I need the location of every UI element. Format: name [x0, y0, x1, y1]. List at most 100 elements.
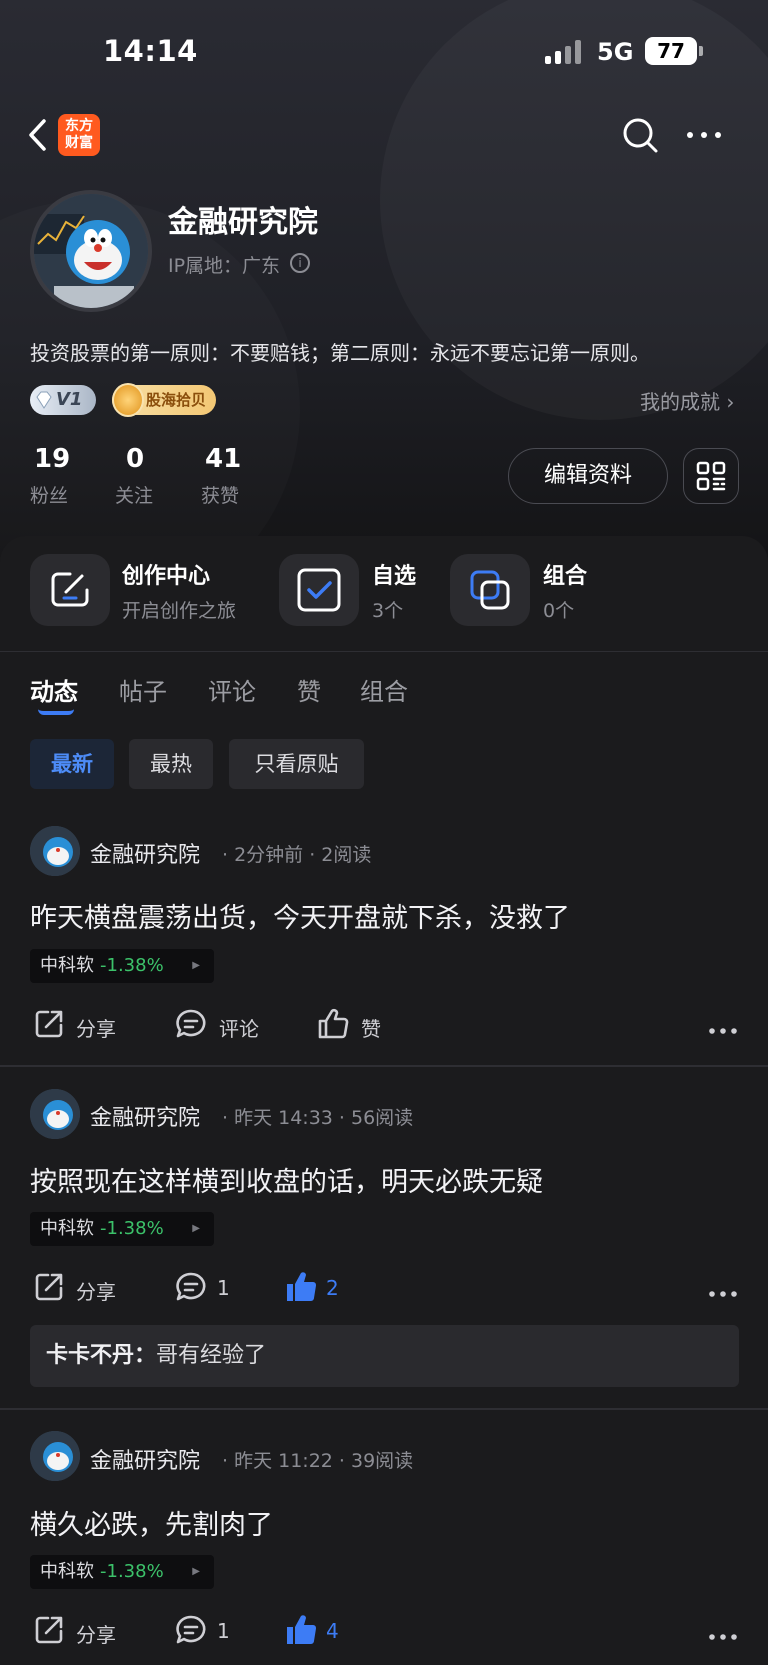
share-icon[interactable]: [32, 1270, 66, 1304]
comment-preview[interactable]: 卡卡不丹：哥有经验了: [30, 1325, 739, 1387]
filter-latest[interactable]: 最新: [30, 739, 114, 789]
post-more-icon[interactable]: [708, 1283, 738, 1297]
quick-entry-subtitle: 0个: [543, 600, 575, 622]
like-count[interactable]: 2: [326, 1276, 339, 1300]
stock-tag[interactable]: 中科软 -1.38% ▶: [30, 1555, 214, 1589]
like-icon[interactable]: [316, 1007, 350, 1041]
logo-text: 财富: [65, 135, 93, 151]
stock-name: 中科软: [40, 955, 94, 976]
quick-entry-title[interactable]: 组合: [543, 558, 587, 590]
avatar[interactable]: [30, 190, 152, 312]
divider: [0, 651, 768, 652]
achievements-link[interactable]: 我的成就 ›: [640, 386, 734, 415]
search-icon[interactable]: [620, 115, 660, 155]
share-label[interactable]: 分享: [76, 1013, 116, 1042]
post-author[interactable]: 金融研究院: [90, 1100, 200, 1132]
chevron-right-icon: ▶: [192, 1566, 200, 1577]
like-filled-icon[interactable]: [284, 1613, 318, 1647]
diamond-icon: [36, 391, 52, 409]
share-icon[interactable]: [32, 1007, 66, 1041]
post-meta: · 昨天 14:33 · 56阅读: [222, 1107, 414, 1129]
post-avatar[interactable]: [30, 1089, 80, 1139]
post-meta: · 昨天 11:22 · 39阅读: [222, 1450, 414, 1472]
tab-likes[interactable]: 赞: [297, 672, 321, 707]
watchlist-button[interactable]: [279, 554, 359, 626]
signal-icon: [545, 40, 583, 64]
edit-profile-button[interactable]: 编辑资料: [508, 448, 668, 504]
stock-tag[interactable]: 中科软 -1.38% ▶: [30, 1212, 214, 1246]
stock-change: -1.38%: [100, 955, 164, 976]
post-author[interactable]: 金融研究院: [90, 837, 200, 869]
post-text[interactable]: 按照现在这样横到收盘的话，明天必跌无疑: [30, 1160, 543, 1199]
filter-hot[interactable]: 最热: [129, 739, 213, 789]
tab-portfolio[interactable]: 组合: [360, 672, 408, 707]
filter-original[interactable]: 只看原贴: [229, 739, 364, 789]
comment-text: 哥有经验了: [156, 1343, 267, 1368]
more-icon[interactable]: [684, 125, 724, 145]
app-logo: 东方 财富: [58, 114, 100, 156]
likes-count[interactable]: 41: [205, 444, 241, 474]
network-type: 5G: [597, 38, 634, 66]
portfolio-button[interactable]: [450, 554, 530, 626]
divider: [0, 1065, 768, 1067]
medal-badge[interactable]: 股海拾贝: [112, 383, 216, 417]
quick-entry-title[interactable]: 创作中心: [122, 558, 210, 590]
tab-posts[interactable]: 帖子: [119, 672, 167, 707]
edit-icon: [51, 572, 89, 607]
status-time: 14:14: [103, 34, 198, 68]
battery-tip: [699, 46, 703, 56]
tab-indicator: [38, 709, 74, 715]
quick-entry-title[interactable]: 自选: [372, 558, 416, 590]
creation-center-button[interactable]: [30, 554, 110, 626]
comment-user[interactable]: 卡卡不丹：: [46, 1343, 156, 1368]
stock-name: 中科软: [40, 1561, 94, 1582]
likes-label: 获赞: [201, 485, 240, 507]
following-label: 关注: [115, 485, 154, 507]
chevron-right-icon: ▶: [192, 1223, 200, 1234]
medal-icon: [112, 383, 144, 417]
share-label[interactable]: 分享: [76, 1276, 116, 1305]
share-icon[interactable]: [32, 1613, 66, 1647]
level-badge-label: V1: [56, 389, 83, 410]
status-bar: 14:14 5G 77: [0, 0, 768, 100]
followers-count[interactable]: 19: [34, 444, 70, 474]
comment-count[interactable]: 1: [217, 1619, 230, 1643]
comment-label[interactable]: 评论: [219, 1013, 259, 1042]
following-count[interactable]: 0: [126, 444, 144, 474]
post-author[interactable]: 金融研究院: [90, 1443, 200, 1475]
tab-activity[interactable]: 动态: [30, 672, 78, 707]
post-avatar[interactable]: [30, 826, 80, 876]
divider: [0, 1408, 768, 1410]
comment-icon[interactable]: [174, 1007, 208, 1041]
share-label[interactable]: 分享: [76, 1619, 116, 1648]
post-more-icon[interactable]: [708, 1626, 738, 1640]
post-avatar[interactable]: [30, 1431, 80, 1481]
back-icon[interactable]: [24, 115, 54, 155]
comment-count[interactable]: 1: [217, 1276, 230, 1300]
grid-icon: [696, 461, 726, 491]
stock-name: 中科软: [40, 1218, 94, 1239]
post-meta: · 2分钟前 · 2阅读: [222, 844, 372, 866]
level-badge[interactable]: V1: [30, 385, 96, 415]
like-filled-icon[interactable]: [284, 1270, 318, 1304]
post-text[interactable]: 昨天横盘震荡出货，今天开盘就下杀，没救了: [30, 896, 570, 935]
quick-entry-subtitle: 开启创作之旅: [122, 600, 237, 622]
post-more-icon[interactable]: [708, 1020, 738, 1034]
quick-entry-subtitle: 3个: [372, 600, 404, 622]
stock-change: -1.38%: [100, 1561, 164, 1582]
checkbox-icon: [297, 568, 341, 612]
like-count[interactable]: 4: [326, 1619, 339, 1643]
tab-comments[interactable]: 评论: [208, 672, 256, 707]
battery-icon: 77: [645, 37, 697, 65]
stock-change: -1.38%: [100, 1218, 164, 1239]
stock-tag[interactable]: 中科软 -1.38% ▶: [30, 949, 214, 983]
logo-text: 东方: [65, 118, 93, 134]
overlap-squares-icon: [470, 570, 510, 610]
qr-code-button[interactable]: [683, 448, 739, 504]
comment-icon[interactable]: [174, 1613, 208, 1647]
info-icon[interactable]: i: [290, 253, 310, 273]
post-text[interactable]: 横久必跌，先割肉了: [30, 1503, 273, 1542]
comment-icon[interactable]: [174, 1270, 208, 1304]
followers-label: 粉丝: [30, 485, 69, 507]
like-label[interactable]: 赞: [361, 1013, 381, 1042]
